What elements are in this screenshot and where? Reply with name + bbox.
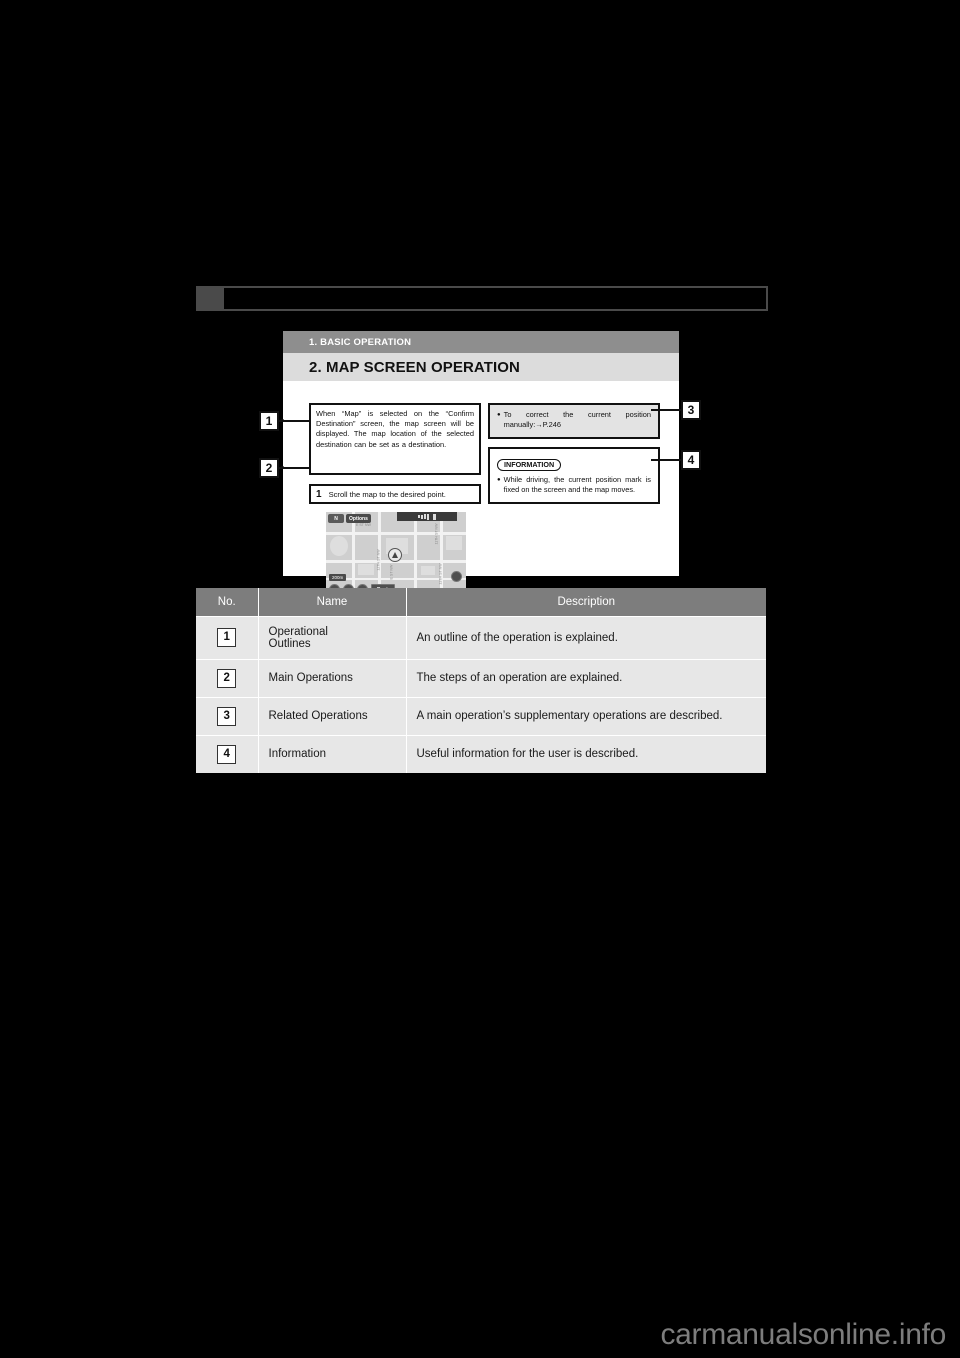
bullet-icon: ● [497,477,501,483]
street-label: E ST NW [389,564,394,580]
row-name-cell: Operational Outlines [258,615,407,659]
table-row: 3 Related Operations A main operation’s … [196,696,766,735]
status-bar [397,512,457,521]
table-row: 4 Information Useful information for the… [196,734,766,773]
callout-4-number: 4 [687,453,695,467]
row-description-cell: The steps of an operation are explained. [406,658,766,697]
row-number-cell: 2 [196,658,259,697]
table-header-row: No. Name Description [196,588,766,616]
street-label: 13TH ST NW [438,563,443,585]
operational-outlines-text: When “Map” is selected on the “Confirm D… [316,409,474,449]
row-description-cell: An outline of the operation is explained… [406,615,766,659]
callout-1: 1 [259,411,279,431]
row-description-cell: A main operation’s supplementary operati… [406,696,766,735]
row-number-cell: 1 [196,615,259,659]
map-top-left-controls: N Options [328,514,371,523]
operational-outlines-box: When “Map” is selected on the “Confirm D… [309,403,481,475]
column-header-name: Name [258,588,407,616]
site-watermark: carmanualsonline.info [660,1318,946,1351]
current-position-marker [388,548,402,562]
illustration-panel: 1. BASIC OPERATION 2. MAP SCREEN OPERATI… [283,331,679,596]
table-row: 1 Operational Outlines An outline of the… [196,615,766,659]
callout-2-leader-dot [281,466,284,469]
callout-4: 4 [681,450,701,470]
callout-1-number: 1 [265,414,273,428]
zoom-scale-button[interactable]: 200m [329,574,347,581]
related-operations-box: ● To correct the current position manual… [488,403,660,439]
column-header-description: Description [406,588,766,616]
step-text: Scroll the map to the desired point. [328,489,446,499]
info-icon[interactable] [451,571,462,582]
row-name-cell: Related Operations [258,696,407,735]
callout-2: 2 [259,458,279,478]
callout-3: 3 [681,400,701,420]
compass-icon[interactable]: N [328,514,344,523]
row-number-badge: 4 [217,744,237,764]
illustration-section-label: 1. BASIC OPERATION [309,336,412,348]
callout-3-leader [651,409,683,411]
street-label: 12TH ST NW [376,549,381,571]
row-number-badge: 3 [217,706,237,726]
row-description-cell: Useful information for the user is descr… [406,734,766,773]
row-number-cell: 4 [196,734,259,773]
row-name-cell: Main Operations [258,658,407,697]
compass-label: N [334,515,338,522]
manual-page: 1. BASIC OPERATION 2. MAP SCREEN OPERATI… [0,0,960,1358]
street-label: 11TH ST NW [434,523,439,545]
options-button[interactable]: Options [346,514,371,523]
zoom-scale-label: 200m [332,575,344,580]
chapter-tab [196,286,222,311]
navigation-screenshot: E ST NW 12TH ST NW E ST NW 11TH ST NW 13… [326,512,466,596]
illustration-title: 2. MAP SCREEN OPERATION [309,358,520,376]
table-row: 2 Main Operations The steps of an operat… [196,658,766,697]
row-number-cell: 3 [196,696,259,735]
callout-1-leader-dot [281,419,284,422]
row-number-badge: 2 [217,668,237,688]
callout-3-number: 3 [687,403,695,417]
related-operations-text: To correct the current position manually… [503,410,651,430]
information-box: INFORMATION ● While driving, the current… [488,447,660,504]
row-name-cell: Information [258,734,407,773]
information-text: While driving, the current position mark… [503,475,651,495]
street-label: E ST NW [356,523,371,527]
callout-2-number: 2 [265,461,273,475]
chapter-heading-bar [222,286,768,311]
options-button-label: Options [349,515,368,522]
step-number: 1 [316,488,322,500]
information-badge: INFORMATION [497,459,562,471]
row-number-badge: 1 [217,628,237,647]
bullet-icon: ● [497,412,501,418]
illustration-section-bar: 1. BASIC OPERATION [283,331,679,353]
illustration-body: When “Map” is selected on the “Confirm D… [283,381,679,596]
legend-table: No. Name Description 1 Operational Outli… [196,588,766,773]
callout-4-leader [651,459,683,461]
column-header-no: No. [196,588,259,616]
main-operation-step-box: 1 Scroll the map to the desired point. [309,484,481,504]
illustration-title-bar: 2. MAP SCREEN OPERATION [283,353,679,381]
